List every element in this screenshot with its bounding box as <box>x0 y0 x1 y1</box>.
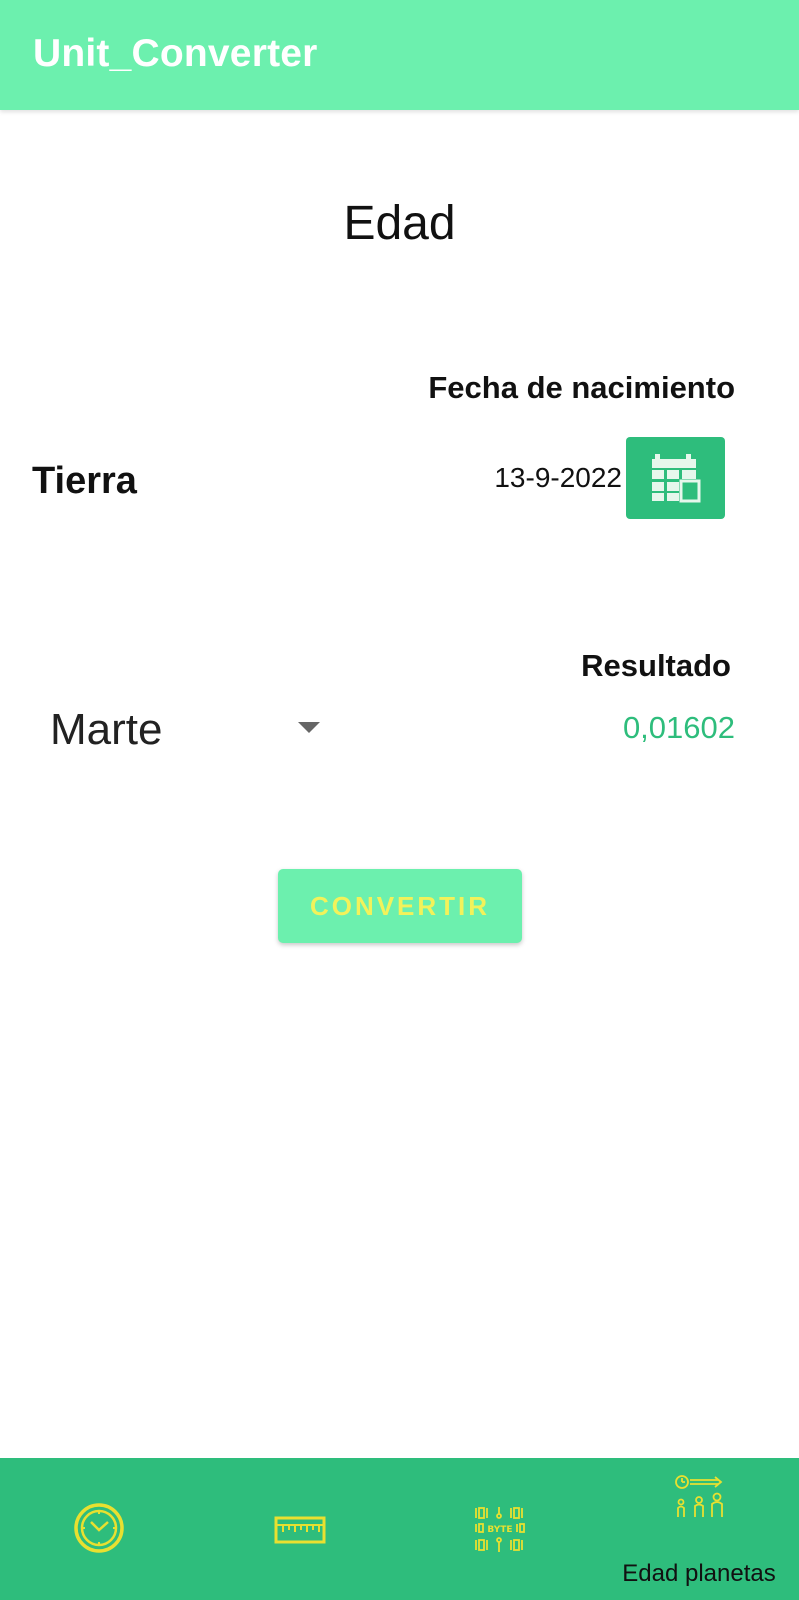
calendar-icon <box>651 454 700 503</box>
clock-icon <box>74 1503 124 1553</box>
planet-select[interactable]: Marte <box>50 700 325 760</box>
screen-title: Edad <box>343 197 456 250</box>
convert-button[interactable]: CONVERTIR <box>278 869 522 943</box>
nav-item-data[interactable]: BYTE <box>400 1458 600 1600</box>
result-label: Resultado <box>581 648 731 683</box>
nav-item-time[interactable] <box>0 1458 200 1600</box>
planet-age-icon <box>675 1475 723 1517</box>
svg-text:BYTE: BYTE <box>487 1525 512 1535</box>
bottom-navigation: BYTE Edad planetas <box>0 1458 799 1600</box>
birth-date-label: Fecha de nacimiento <box>428 370 735 405</box>
byte-chip-icon: BYTE <box>475 1507 525 1552</box>
dropdown-arrow-icon <box>298 722 320 733</box>
nav-item-planet-age[interactable]: Edad planetas <box>599 1458 799 1600</box>
origin-planet-label: Tierra <box>32 460 137 502</box>
selected-planet: Marte <box>50 705 163 754</box>
calendar-button[interactable] <box>626 437 725 519</box>
app-bar: Unit_Converter <box>0 0 799 110</box>
nav-label-planet-age: Edad planetas <box>622 1560 776 1587</box>
nav-item-length[interactable] <box>200 1458 400 1600</box>
birth-date-value[interactable]: 13-9-2022 <box>494 462 622 494</box>
app-title: Unit_Converter <box>33 32 318 75</box>
ruler-icon <box>274 1516 326 1544</box>
result-value: 0,01602 <box>622 710 735 745</box>
